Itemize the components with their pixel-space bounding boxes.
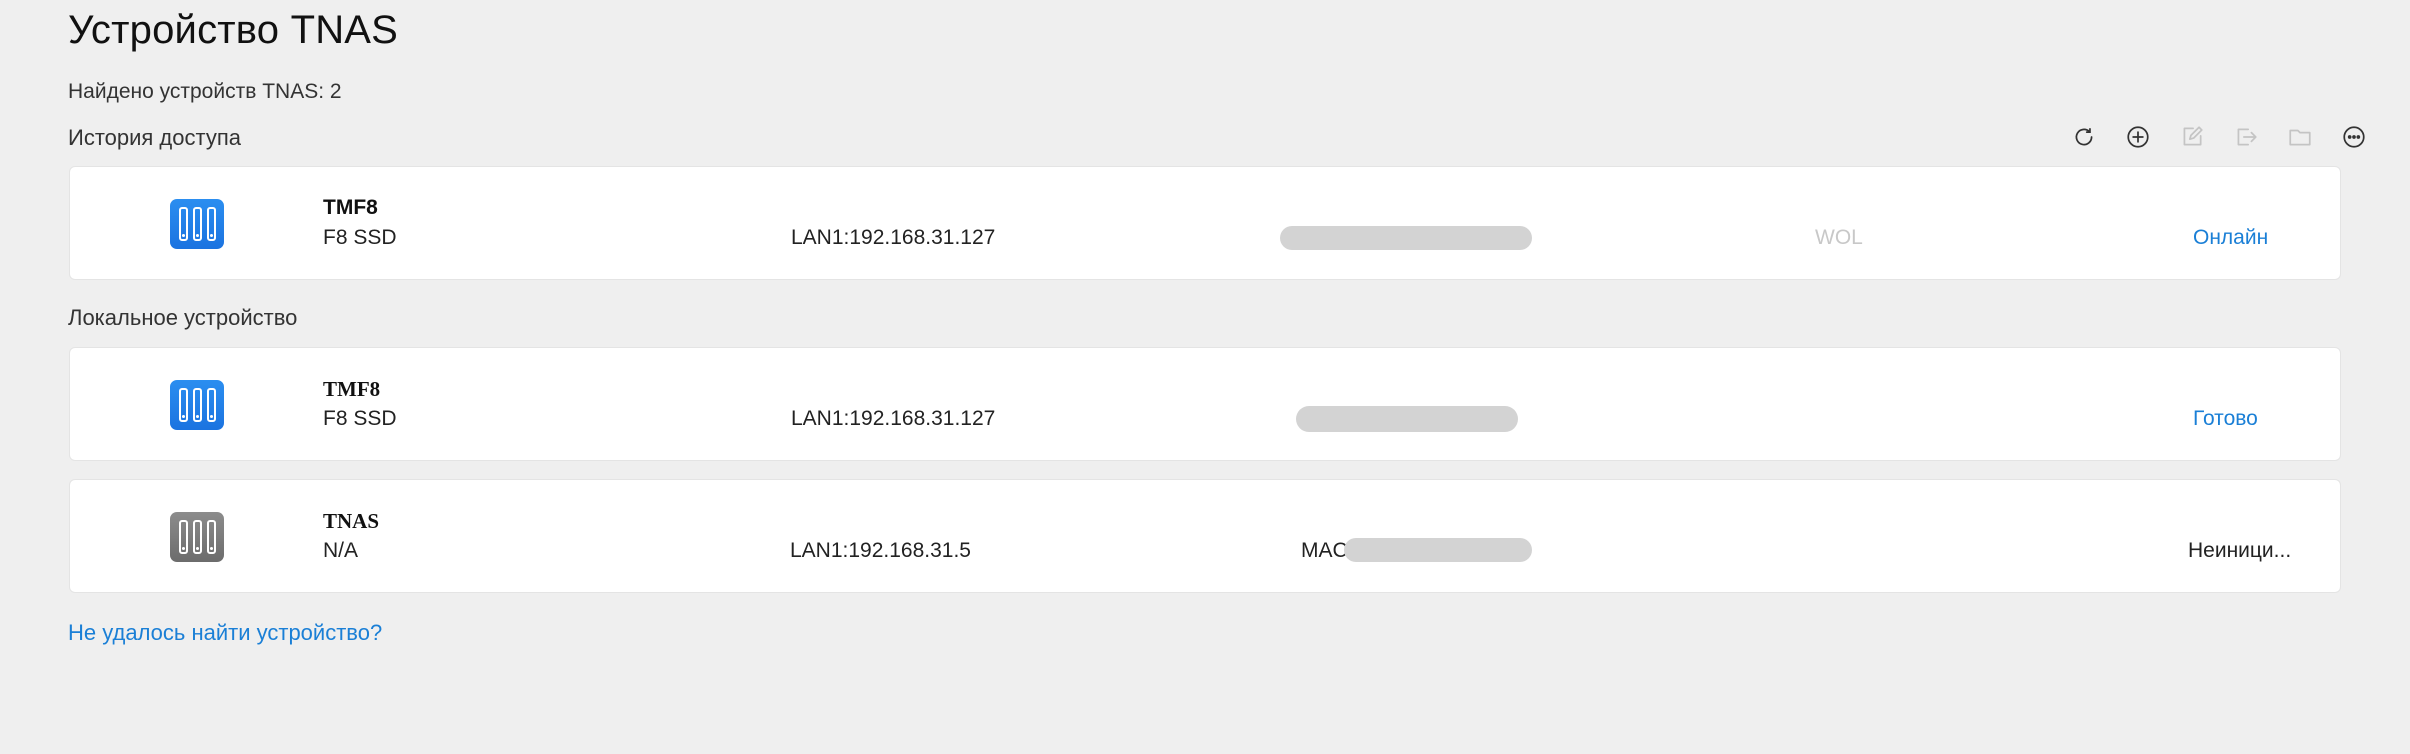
local-device-card[interactable]: TMF8 F8 SSD LAN1:192.168.31.127 Готово xyxy=(69,347,2341,461)
redacted-mac xyxy=(1296,406,1518,432)
device-manager-page: Устройство TNAS Найдено устройств TNAS: … xyxy=(0,0,2410,754)
device-name: TMF8 xyxy=(323,377,381,401)
add-icon[interactable] xyxy=(2122,121,2154,153)
device-ip: LAN1:192.168.31.5 xyxy=(790,539,971,562)
status-uninitialized-text[interactable]: Неиници... xyxy=(2188,539,2291,563)
redacted-mac xyxy=(1280,226,1532,250)
nas-gray-icon xyxy=(170,512,224,562)
local-section-label: Локальное устройство xyxy=(68,305,298,330)
refresh-icon[interactable] xyxy=(2068,121,2100,153)
export-icon[interactable] xyxy=(2230,121,2262,153)
nas-blue-icon xyxy=(170,380,224,430)
folder-icon[interactable] xyxy=(2284,121,2316,153)
more-icon[interactable] xyxy=(2338,121,2370,153)
mac-label: MAC xyxy=(1301,539,1348,562)
history-section-label: История доступа xyxy=(68,125,241,150)
device-model: F8 SSD xyxy=(323,407,397,430)
nas-blue-icon xyxy=(170,199,224,249)
local-device-card[interactable]: TNAS N/A LAN1:192.168.31.5 MAC Неиници..… xyxy=(69,479,2341,593)
device-name: TNAS xyxy=(323,509,380,533)
redacted-mac xyxy=(1344,538,1532,562)
edit-icon[interactable] xyxy=(2176,121,2208,153)
status-online-link[interactable]: Онлайн xyxy=(2193,226,2268,250)
device-ip: LAN1:192.168.31.127 xyxy=(791,226,996,249)
toolbar xyxy=(2068,121,2370,153)
history-device-card[interactable]: TMF8 F8 SSD LAN1:192.168.31.127 WOL Онла… xyxy=(69,166,2341,280)
device-model: F8 SSD xyxy=(323,226,397,249)
page-title: Устройство TNAS xyxy=(68,8,399,52)
device-model: N/A xyxy=(323,539,359,562)
status-ready-link[interactable]: Готово xyxy=(2193,407,2258,431)
wol-button[interactable]: WOL xyxy=(1815,226,1863,250)
found-count-text: Найдено устройств TNAS: 2 xyxy=(68,80,342,103)
device-ip: LAN1:192.168.31.127 xyxy=(791,407,996,430)
cannot-find-device-link[interactable]: Не удалось найти устройство? xyxy=(68,620,382,646)
device-name: TMF8 xyxy=(323,196,378,219)
